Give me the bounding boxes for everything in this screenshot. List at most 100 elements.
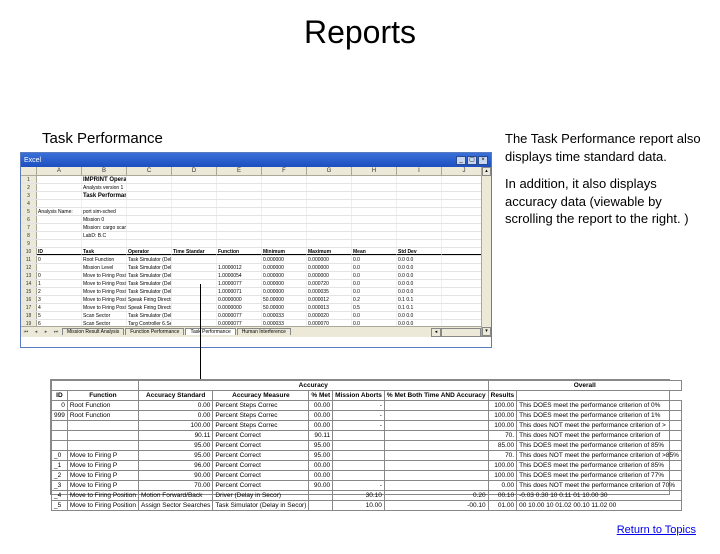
scroll-down-button[interactable]: ▾: [482, 327, 491, 336]
sheet-cell[interactable]: [307, 176, 352, 183]
sheet-cell[interactable]: 0.000000: [307, 256, 352, 263]
sheet-cell[interactable]: [262, 192, 307, 199]
acc-cell[interactable]: Percent Steps Correc: [213, 401, 309, 411]
acc-cell[interactable]: Percent Correct: [213, 441, 309, 451]
sheet-cell[interactable]: 0.0: [352, 264, 397, 271]
sheet-cell[interactable]: [352, 176, 397, 183]
acc-cell[interactable]: 100.00: [488, 461, 516, 471]
sheet-cell[interactable]: [172, 320, 217, 326]
sheet-cell[interactable]: Operator: [127, 248, 172, 255]
sheet-cell[interactable]: 0.000033: [262, 320, 307, 326]
sheet-cell[interactable]: Move to Firing Position: [82, 272, 127, 279]
sheet-cell[interactable]: Move to Firing Position: [82, 288, 127, 295]
sheet-cell[interactable]: Speak Firing Direction: [127, 304, 172, 311]
sheet-cell[interactable]: 0.0000077: [217, 312, 262, 319]
acc-cell[interactable]: Percent Correct: [213, 431, 309, 441]
sheet-cell[interactable]: 0.000000: [307, 264, 352, 271]
acc-cell[interactable]: [309, 491, 333, 501]
acc-cell[interactable]: 70.00: [138, 481, 212, 491]
acc-cell[interactable]: [52, 421, 68, 431]
sheet-cell[interactable]: Mission 0: [82, 216, 127, 223]
sheet-cell[interactable]: Move to Firing Position: [82, 304, 127, 311]
sheet-cell[interactable]: 0.0: [352, 272, 397, 279]
acc-cell[interactable]: Percent Correct: [213, 451, 309, 461]
sheet-cell[interactable]: Task Simulator (Delay in Secor: [127, 280, 172, 287]
acc-cell[interactable]: [384, 481, 488, 491]
acc-cell[interactable]: Percent Steps Correc: [213, 411, 309, 421]
sheet-cell[interactable]: 0.000000: [262, 264, 307, 271]
acc-cell[interactable]: Root Function: [67, 411, 138, 421]
sheet-cell[interactable]: 0.0 0.0: [397, 280, 442, 287]
acc-cell[interactable]: _0: [52, 451, 68, 461]
sheet-cell[interactable]: 50.00000: [262, 296, 307, 303]
sheet-cell[interactable]: [172, 224, 217, 231]
acc-cell[interactable]: 90.00: [138, 471, 212, 481]
sheet-cell[interactable]: [397, 176, 442, 183]
sheet-cell[interactable]: [307, 240, 352, 247]
sheet-cell[interactable]: [172, 192, 217, 199]
sheet-cell[interactable]: 0.0000000: [217, 304, 262, 311]
sheet-cell[interactable]: [172, 232, 217, 239]
sheet-cell[interactable]: 0.0: [352, 320, 397, 326]
sheet-cell[interactable]: [262, 232, 307, 239]
acc-cell[interactable]: This DOES meet the performance criterion…: [517, 401, 682, 411]
sheet-cell[interactable]: [262, 216, 307, 223]
sheet-cell[interactable]: 2: [37, 288, 82, 295]
sheet-cell[interactable]: 0.000013: [307, 304, 352, 311]
sheet-cell[interactable]: Task Simulator (Delay in Secor: [127, 272, 172, 279]
acc-cell[interactable]: Driver (Delay in Secor): [213, 491, 309, 501]
sheet-cell[interactable]: [397, 208, 442, 215]
sheet-cell[interactable]: 0.0000077: [217, 320, 262, 326]
acc-cell[interactable]: Move to Firing Position: [67, 501, 138, 511]
window-titlebar[interactable]: Excel _ ▢ ×: [21, 153, 491, 167]
sheet-cell[interactable]: [127, 200, 172, 207]
sheet-cell[interactable]: [127, 208, 172, 215]
sheet-cell[interactable]: [127, 216, 172, 223]
sheet-cell[interactable]: [172, 304, 217, 311]
sheet-cell[interactable]: 0.0 0.0: [397, 256, 442, 263]
sheet-cell[interactable]: [217, 192, 262, 199]
column-letter[interactable]: I: [397, 167, 442, 175]
sheet-cell[interactable]: [37, 200, 82, 207]
sheet-cell[interactable]: Maximum: [307, 248, 352, 255]
acc-cell[interactable]: 0: [52, 401, 68, 411]
sheet-cell[interactable]: [307, 232, 352, 239]
sheet-cell[interactable]: 50.00000: [262, 304, 307, 311]
sheet-cell[interactable]: [217, 224, 262, 231]
sheet-cell[interactable]: Task Simulator (Delay in Secor: [127, 264, 172, 271]
sheet-cell[interactable]: [127, 176, 172, 183]
sheet-cell[interactable]: Targ Controller 6.Sec: [127, 320, 172, 326]
acc-cell[interactable]: Move to Firing P: [67, 481, 138, 491]
sheet-cell[interactable]: Task Performance: [82, 192, 127, 199]
sheet-cell[interactable]: Move to Firing Position: [82, 296, 127, 303]
acc-cell[interactable]: 95.00: [309, 451, 333, 461]
sheet-cell[interactable]: [307, 224, 352, 231]
column-letter[interactable]: A: [37, 167, 82, 175]
acc-cell[interactable]: [384, 461, 488, 471]
sheet-cell[interactable]: 4: [37, 304, 82, 311]
acc-cell[interactable]: [333, 461, 385, 471]
sheet-cell[interactable]: 0.0: [352, 256, 397, 263]
acc-cell[interactable]: [384, 411, 488, 421]
sheet-cell[interactable]: 0: [37, 272, 82, 279]
sheet-tab[interactable]: Function Performance: [125, 328, 184, 335]
sheet-cell[interactable]: [217, 256, 262, 263]
sheet-cell[interactable]: 0.0000000: [217, 296, 262, 303]
sheet-cell[interactable]: 0.0 0.0: [397, 272, 442, 279]
acc-cell[interactable]: 00.00: [309, 461, 333, 471]
acc-cell[interactable]: _5: [52, 501, 68, 511]
sheet-cell[interactable]: [127, 184, 172, 191]
acc-cell[interactable]: [67, 421, 138, 431]
acc-cell[interactable]: 95.00: [138, 451, 212, 461]
sheet-cell[interactable]: [397, 240, 442, 247]
acc-cell[interactable]: 100.00: [138, 421, 212, 431]
acc-cell[interactable]: [384, 441, 488, 451]
sheet-cell[interactable]: 0.1 0.1: [397, 304, 442, 311]
sheet-cell[interactable]: 3: [37, 296, 82, 303]
sheet-cell[interactable]: [37, 224, 82, 231]
acc-cell[interactable]: [333, 431, 385, 441]
sheet-cell[interactable]: Std Dev: [397, 248, 442, 255]
sheet-cell[interactable]: [217, 216, 262, 223]
sheet-cell[interactable]: [217, 176, 262, 183]
sheet-tab[interactable]: Human Interference: [237, 328, 291, 335]
